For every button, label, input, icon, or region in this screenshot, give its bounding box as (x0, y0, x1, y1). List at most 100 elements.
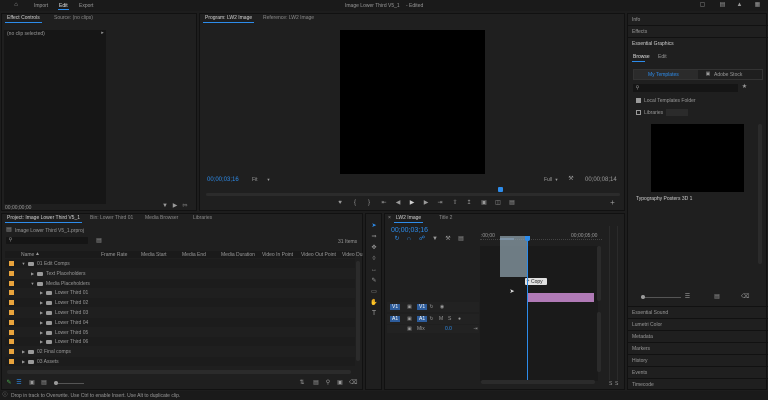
scrub-bar[interactable] (206, 193, 620, 196)
label-color-swatch[interactable] (9, 329, 14, 335)
automate-icon[interactable]: ▤ (313, 380, 319, 386)
list-options-icon[interactable]: ☰ (684, 294, 691, 300)
captions-icon[interactable]: ▤ (458, 236, 464, 242)
list-item[interactable]: ▶ Lower Third 03 (5, 308, 355, 317)
camera-icon[interactable]: ▣ (481, 200, 487, 206)
add-marker-icon[interactable]: ♥ (337, 200, 343, 206)
fit-chevron-icon[interactable]: ▼ (266, 177, 271, 183)
label-color-swatch[interactable] (9, 310, 14, 315)
subtab-my-templates[interactable]: My Templates (634, 70, 698, 79)
col-media-duration[interactable]: Media Duration (221, 252, 255, 258)
go-to-in-icon[interactable]: ⇤ (381, 200, 387, 206)
selection-tool-icon[interactable]: ➤ (370, 223, 378, 229)
timeline-h-scrollbar[interactable] (481, 380, 595, 384)
mix-lock-icon[interactable]: ▣ (407, 326, 412, 332)
new-item-icon[interactable]: ▣ (337, 380, 343, 386)
col-frame-rate[interactable]: Frame Rate (101, 252, 127, 258)
collapsed-panel-item[interactable]: Metadata (628, 330, 768, 341)
disclosure-closed-icon[interactable]: ▶ (39, 300, 44, 306)
col-video-duration[interactable]: Video Du (342, 252, 362, 258)
go-to-out-icon[interactable]: ⇥ (437, 200, 443, 206)
libraries-dropdown[interactable] (666, 109, 688, 116)
template-name[interactable]: Typography Posters 3D 1 (636, 196, 692, 202)
track-a1-mic-icon[interactable]: ● (457, 316, 462, 322)
pencil-icon[interactable]: ✎ (6, 380, 12, 386)
tab-media-browser[interactable]: Media Browser (143, 214, 180, 223)
export-frame-icon[interactable]: ⇰ (182, 203, 188, 209)
tab-reference[interactable]: Reference: LW2 Image (261, 14, 316, 23)
ruler-bar[interactable] (480, 239, 602, 243)
disclosure-closed-icon[interactable]: ▶ (39, 310, 44, 316)
collapsed-panel-item[interactable]: Essential Sound (628, 306, 768, 317)
collapsed-panel-item[interactable]: Timecode (628, 378, 768, 389)
add-button-icon[interactable]: + (609, 199, 616, 207)
list-item[interactable]: ▼ Media Placeholders (5, 278, 355, 288)
track-v1-eye-icon[interactable]: ◉ (439, 304, 445, 310)
collapsed-panel-item[interactable]: Events (628, 366, 768, 377)
tab-libraries[interactable]: Libraries (191, 214, 214, 223)
mix-end-icon[interactable]: ⇥ (473, 326, 478, 332)
share-icon[interactable]: ▤ (719, 2, 726, 8)
add-marker-timeline-icon[interactable]: ▼ (432, 236, 438, 242)
slip-tool-icon[interactable]: ↔ (370, 267, 378, 273)
template-thumbnail[interactable] (651, 124, 744, 192)
tab-effect-controls[interactable]: Effect Controls (5, 14, 42, 23)
lift-icon[interactable]: ⇧ (452, 200, 458, 206)
project-search-input[interactable]: ⚲ (6, 237, 88, 244)
libraries-checkbox[interactable] (636, 110, 641, 115)
list-item[interactable]: ▶ Lower Third 02 (5, 298, 355, 308)
notifications-icon[interactable]: ▲ (736, 2, 743, 8)
sort-up-icon[interactable]: ▲ (35, 251, 40, 257)
tab-bin[interactable]: Bin: Lower Third 01 (88, 214, 135, 223)
find-icon[interactable]: ⚲ (325, 380, 331, 386)
mark-in-icon[interactable]: { (352, 200, 358, 206)
playhead-head[interactable] (525, 236, 530, 241)
quality-chevron-icon[interactable]: ▼ (554, 177, 559, 183)
disclosure-closed-icon[interactable]: ▶ (39, 290, 44, 296)
label-color-swatch[interactable] (9, 270, 14, 276)
track-select-icon[interactable]: ⇒ (370, 234, 378, 240)
timeline-v-scrollbar-bottom[interactable] (597, 312, 601, 372)
disclosure-closed-icon[interactable]: ▶ (21, 359, 26, 365)
templates-search-input[interactable]: ⚲ (633, 84, 738, 92)
zoom-slider[interactable] (54, 383, 84, 384)
label-color-swatch[interactable] (9, 300, 14, 306)
track-a1-solo[interactable]: S (448, 316, 451, 322)
track-v1-sync-icon[interactable]: ↻ (429, 304, 434, 310)
collapsed-panel-item[interactable]: History (628, 354, 768, 365)
program-timecode[interactable]: 00;00;03;16 (207, 177, 239, 183)
quality-select[interactable]: Full (544, 177, 552, 183)
label-color-swatch[interactable] (9, 261, 14, 266)
tab-program[interactable]: Program: LW2 Image (203, 14, 255, 23)
info-section[interactable]: Info (632, 17, 640, 23)
effects-section[interactable]: Effects (632, 29, 647, 35)
list-item[interactable]: ▶ 03 Assets (5, 357, 355, 366)
icon-view-icon[interactable]: ▣ (29, 380, 35, 386)
collapsed-panel-item[interactable]: Lumetri Color (628, 318, 768, 329)
subtab-adobe-stock[interactable]: Adobe Stock (714, 72, 742, 78)
snap-icon[interactable]: ∩ (406, 236, 412, 242)
pen-tool-icon[interactable]: ✎ (370, 278, 378, 284)
nav-import[interactable]: Import (34, 3, 48, 9)
new-layer-icon[interactable]: ▤ (714, 294, 720, 300)
disclosure-closed-icon[interactable]: ▶ (21, 349, 26, 355)
timeline-clip[interactable] (528, 293, 594, 302)
disclosure-closed-icon[interactable]: ▶ (30, 271, 35, 277)
col-name[interactable]: Name (21, 252, 34, 258)
comparison-view-icon[interactable]: ◫ (495, 200, 501, 206)
sort-icons-icon[interactable]: ⇅ (299, 380, 305, 386)
mix-value[interactable]: 0.0 (445, 326, 452, 332)
vr-icon[interactable]: ▤ (509, 200, 515, 206)
type-tool-icon[interactable]: T (370, 310, 378, 317)
zoom-slider-handle[interactable] (54, 381, 58, 385)
disclosure-closed-icon[interactable]: ▶ (39, 320, 44, 326)
label-color-swatch[interactable] (9, 290, 14, 296)
list-item[interactable]: ▶ Lower Third 06 (5, 337, 355, 347)
rectangle-tool-icon[interactable]: ▭ (370, 289, 378, 295)
nest-icon[interactable]: ↻ (394, 236, 400, 242)
new-bin-icon[interactable]: ▤ (96, 238, 102, 244)
extract-icon[interactable]: ↥ (466, 200, 472, 206)
play-only-icon[interactable]: ▶ (172, 203, 178, 209)
delete-template-icon[interactable]: ⌫ (741, 294, 749, 300)
track-a1-source[interactable]: A1 (390, 316, 401, 322)
